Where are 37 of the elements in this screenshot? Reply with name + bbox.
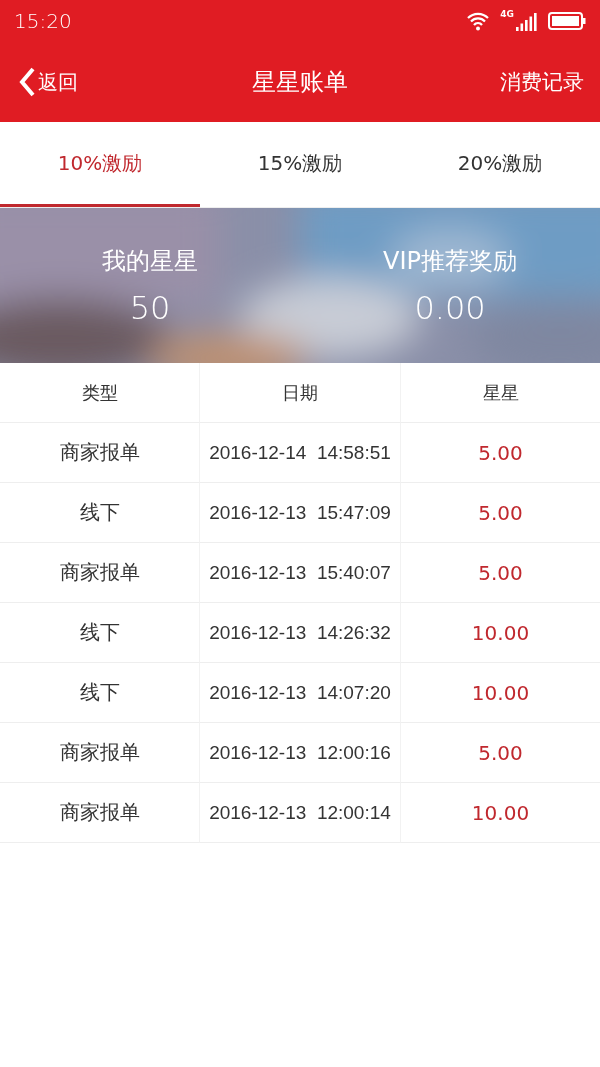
table-cell: 10.00 bbox=[401, 663, 600, 723]
table-cell: 2016-12-13 12:00:16 bbox=[200, 723, 401, 783]
table-cell: 2016-12-13 14:07:20 bbox=[200, 663, 401, 723]
table-cell: 商家报单 bbox=[0, 723, 200, 783]
column-header: 星星 bbox=[401, 363, 600, 423]
summary-value: 50 bbox=[129, 288, 171, 327]
history-button[interactable]: 消费记录 bbox=[500, 68, 584, 96]
table-cell: 5.00 bbox=[401, 483, 600, 543]
status-time: 15:20 bbox=[14, 9, 72, 33]
table-cell: 2016-12-13 12:00:14 bbox=[200, 783, 401, 843]
table-cell: 线下 bbox=[0, 663, 200, 723]
table-cell: 线下 bbox=[0, 603, 200, 663]
table-cell: 商家报单 bbox=[0, 543, 200, 603]
summary-label: 我的星星 bbox=[102, 245, 198, 277]
table-cell: 2016-12-13 15:47:09 bbox=[200, 483, 401, 543]
back-chevron-icon bbox=[18, 67, 36, 97]
table-cell: 10.00 bbox=[401, 603, 600, 663]
table-cell: 商家报单 bbox=[0, 423, 200, 483]
table-cell: 2016-12-14 14:58:51 bbox=[200, 423, 401, 483]
back-button[interactable]: 返回 bbox=[18, 67, 78, 97]
wifi-icon bbox=[466, 11, 491, 31]
table-cell: 商家报单 bbox=[0, 783, 200, 843]
table-cell: 5.00 bbox=[401, 423, 600, 483]
table-cell: 2016-12-13 14:26:32 bbox=[200, 603, 401, 663]
column-header: 日期 bbox=[200, 363, 401, 423]
table-cell: 10.00 bbox=[401, 783, 600, 843]
table-cell: 线下 bbox=[0, 483, 200, 543]
table-cell: 5.00 bbox=[401, 723, 600, 783]
page-title: 星星账单 bbox=[252, 67, 348, 98]
battery-icon bbox=[548, 11, 586, 31]
table-cell: 5.00 bbox=[401, 543, 600, 603]
network-type: 4G bbox=[500, 9, 514, 19]
summary-label: VIP推荐奖励 bbox=[383, 245, 517, 277]
signal-icon bbox=[516, 11, 538, 31]
summary-value: 0.00 bbox=[414, 288, 486, 327]
table-cell: 2016-12-13 15:40:07 bbox=[200, 543, 401, 603]
column-header: 类型 bbox=[0, 363, 200, 423]
